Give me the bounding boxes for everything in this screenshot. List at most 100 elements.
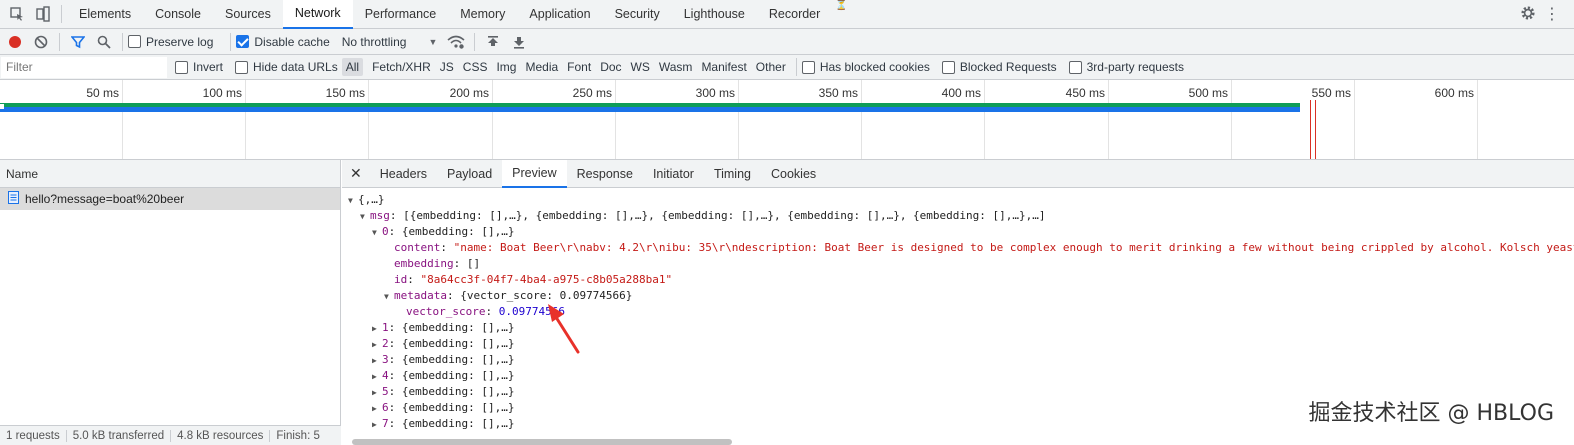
timeline-tick-label: 300 ms: [695, 86, 735, 100]
request-count: 1 requests: [0, 429, 67, 442]
type-filter-media[interactable]: Media: [521, 58, 562, 76]
tab-network[interactable]: Network: [282, 0, 353, 29]
import-har-icon[interactable]: [480, 29, 506, 55]
device-toolbar-icon[interactable]: [30, 1, 56, 27]
export-har-icon[interactable]: [506, 29, 532, 55]
item-key: 4: [382, 369, 389, 382]
disable-cache-box[interactable]: [236, 35, 250, 48]
collapsed-item-node[interactable]: ▶ 1: {embedding: [],…}: [342, 320, 1574, 336]
invert-box[interactable]: [175, 60, 188, 74]
close-icon: ✕: [350, 165, 362, 181]
record-icon[interactable]: [2, 29, 28, 55]
invert-checkbox[interactable]: Invert: [175, 60, 223, 74]
type-filter-css[interactable]: CSS: [459, 58, 492, 76]
tab-security[interactable]: Security: [603, 0, 672, 29]
id-property[interactable]: id: "8a64cc3f-04f7-4ba4-a975-c8b05a288ba…: [342, 272, 1574, 288]
hide-data-urls-label: Hide data URLs: [253, 60, 338, 74]
embedding-property[interactable]: embedding: []: [342, 256, 1574, 272]
type-filter-other[interactable]: Other: [752, 58, 790, 76]
name-header-label: Name: [6, 166, 39, 181]
type-filter-font[interactable]: Font: [563, 58, 595, 76]
tab-application[interactable]: Application: [517, 0, 602, 29]
detail-tab-preview[interactable]: Preview: [502, 159, 567, 188]
inspect-element-icon[interactable]: [4, 1, 30, 27]
timeline-gridline: [1477, 80, 1478, 159]
type-filter-all[interactable]: All: [341, 58, 364, 76]
collapsed-triangle-icon: ▶: [372, 388, 377, 397]
timeline-tick-label: 250 ms: [572, 86, 612, 100]
metadata-node[interactable]: ▼ metadata: {vector_score: 0.09774566}: [342, 288, 1574, 304]
preserve-log-checkbox[interactable]: Preserve log: [128, 35, 213, 49]
timeline-gridline: [1231, 80, 1232, 159]
detail-tab-response[interactable]: Response: [567, 160, 643, 188]
has-blocked-cookies-checkbox[interactable]: Has blocked cookies: [801, 60, 930, 74]
network-overview-timeline[interactable]: 50 ms 100 ms 150 ms 200 ms 250 ms 300 ms 350 m…: [0, 80, 1574, 160]
timeline-gridline: [984, 80, 985, 159]
vector-score-property[interactable]: vector_score: 0.09774566: [342, 304, 1574, 320]
timeline-tick-label: 200 ms: [449, 86, 489, 100]
tab-lighthouse[interactable]: Lighthouse: [672, 0, 757, 29]
embedding-key: embedding: [394, 257, 454, 270]
throttling-select[interactable]: No throttling ▼: [342, 35, 438, 49]
close-detail-button[interactable]: ✕: [342, 160, 370, 188]
preserve-log-box[interactable]: [128, 35, 141, 48]
tab-sources[interactable]: Sources: [213, 0, 283, 29]
timeline-tick-label: 500 ms: [1188, 86, 1228, 100]
gear-icon[interactable]: [1520, 5, 1536, 24]
item-key: 7: [382, 417, 389, 430]
tab-console[interactable]: Console: [143, 0, 213, 29]
name-column-header[interactable]: Name: [0, 160, 340, 188]
search-icon[interactable]: [91, 29, 117, 55]
detail-tab-bar: ✕ Headers Payload Preview Response Initiator…: [342, 159, 1574, 188]
msg-node[interactable]: ▼ msg: [{embedding: [],…}, {embedding: []…: [342, 208, 1574, 224]
detail-tab-payload[interactable]: Payload: [437, 160, 502, 188]
detail-tab-cookies[interactable]: Cookies: [761, 160, 826, 188]
tab-elements[interactable]: Elements: [67, 0, 143, 29]
detail-tab-headers[interactable]: Headers: [370, 160, 437, 188]
filter-input[interactable]: Filter: [1, 56, 167, 78]
has-blocked-cookies-box[interactable]: [801, 60, 815, 74]
detail-tab-initiator[interactable]: Initiator: [643, 160, 704, 188]
detail-tab-timing[interactable]: Timing: [704, 160, 761, 188]
clear-icon[interactable]: [28, 29, 54, 55]
item-0-node[interactable]: ▼ 0: {embedding: [],…}: [342, 224, 1574, 240]
item-key: 1: [382, 321, 389, 334]
blocked-requests-checkbox[interactable]: Blocked Requests: [941, 60, 1057, 74]
collapsed-item-node[interactable]: ▶ 4: {embedding: [],…}: [342, 368, 1574, 384]
root-node[interactable]: ▼ {,…}: [342, 192, 1574, 208]
toolbar-divider: [474, 32, 476, 51]
disable-cache-label: Disable cache: [254, 34, 330, 49]
tab-memory[interactable]: Memory: [448, 0, 517, 29]
content-property[interactable]: content: "name: Boat Beer\r\nabv: 4.2\r\…: [342, 240, 1574, 256]
collapsed-triangle-icon: ▶: [372, 340, 377, 349]
request-row[interactable]: hello?message=boat%20beer: [0, 188, 340, 210]
collapsed-item-node[interactable]: ▶ 2: {embedding: [],…}: [342, 336, 1574, 352]
hide-data-urls-checkbox[interactable]: Hide data URLs: [235, 60, 338, 74]
devtools-tab-bar: Elements Console Sources Network Performance…: [0, 0, 1574, 29]
chevron-down-icon: ▼: [428, 36, 438, 47]
type-filter-img[interactable]: Img: [492, 58, 520, 76]
transferred-size: 5.0 kB transferred: [67, 429, 172, 442]
disable-cache-checkbox[interactable]: Disable cache: [236, 34, 330, 49]
resources-size: 4.8 kB resources: [171, 429, 271, 442]
tab-performance[interactable]: Performance: [353, 0, 449, 29]
third-party-box[interactable]: [1068, 60, 1082, 74]
tab-recorder[interactable]: Recorder: [757, 0, 832, 29]
embedding-value: []: [466, 257, 481, 270]
more-options-icon[interactable]: ⋮: [1544, 6, 1560, 23]
horizontal-scrollbar[interactable]: [352, 439, 732, 445]
type-filter-wasm[interactable]: Wasm: [655, 58, 697, 76]
type-filter-js[interactable]: JS: [436, 58, 458, 76]
collapsed-item-node[interactable]: ▶ 3: {embedding: [],…}: [342, 352, 1574, 368]
network-conditions-icon[interactable]: [443, 29, 469, 55]
filter-icon[interactable]: [65, 29, 91, 55]
third-party-checkbox[interactable]: 3rd-party requests: [1068, 60, 1184, 74]
type-filter-fetch-xhr[interactable]: Fetch/XHR: [368, 58, 435, 76]
item-summary: {embedding: [],…}: [401, 321, 515, 334]
type-filter-doc[interactable]: Doc: [596, 58, 625, 76]
type-filter-ws[interactable]: WS: [627, 58, 654, 76]
blocked-requests-box[interactable]: [941, 60, 955, 74]
hide-data-urls-box[interactable]: [235, 60, 249, 74]
load-event-line: [1310, 100, 1311, 159]
type-filter-manifest[interactable]: Manifest: [697, 58, 750, 76]
